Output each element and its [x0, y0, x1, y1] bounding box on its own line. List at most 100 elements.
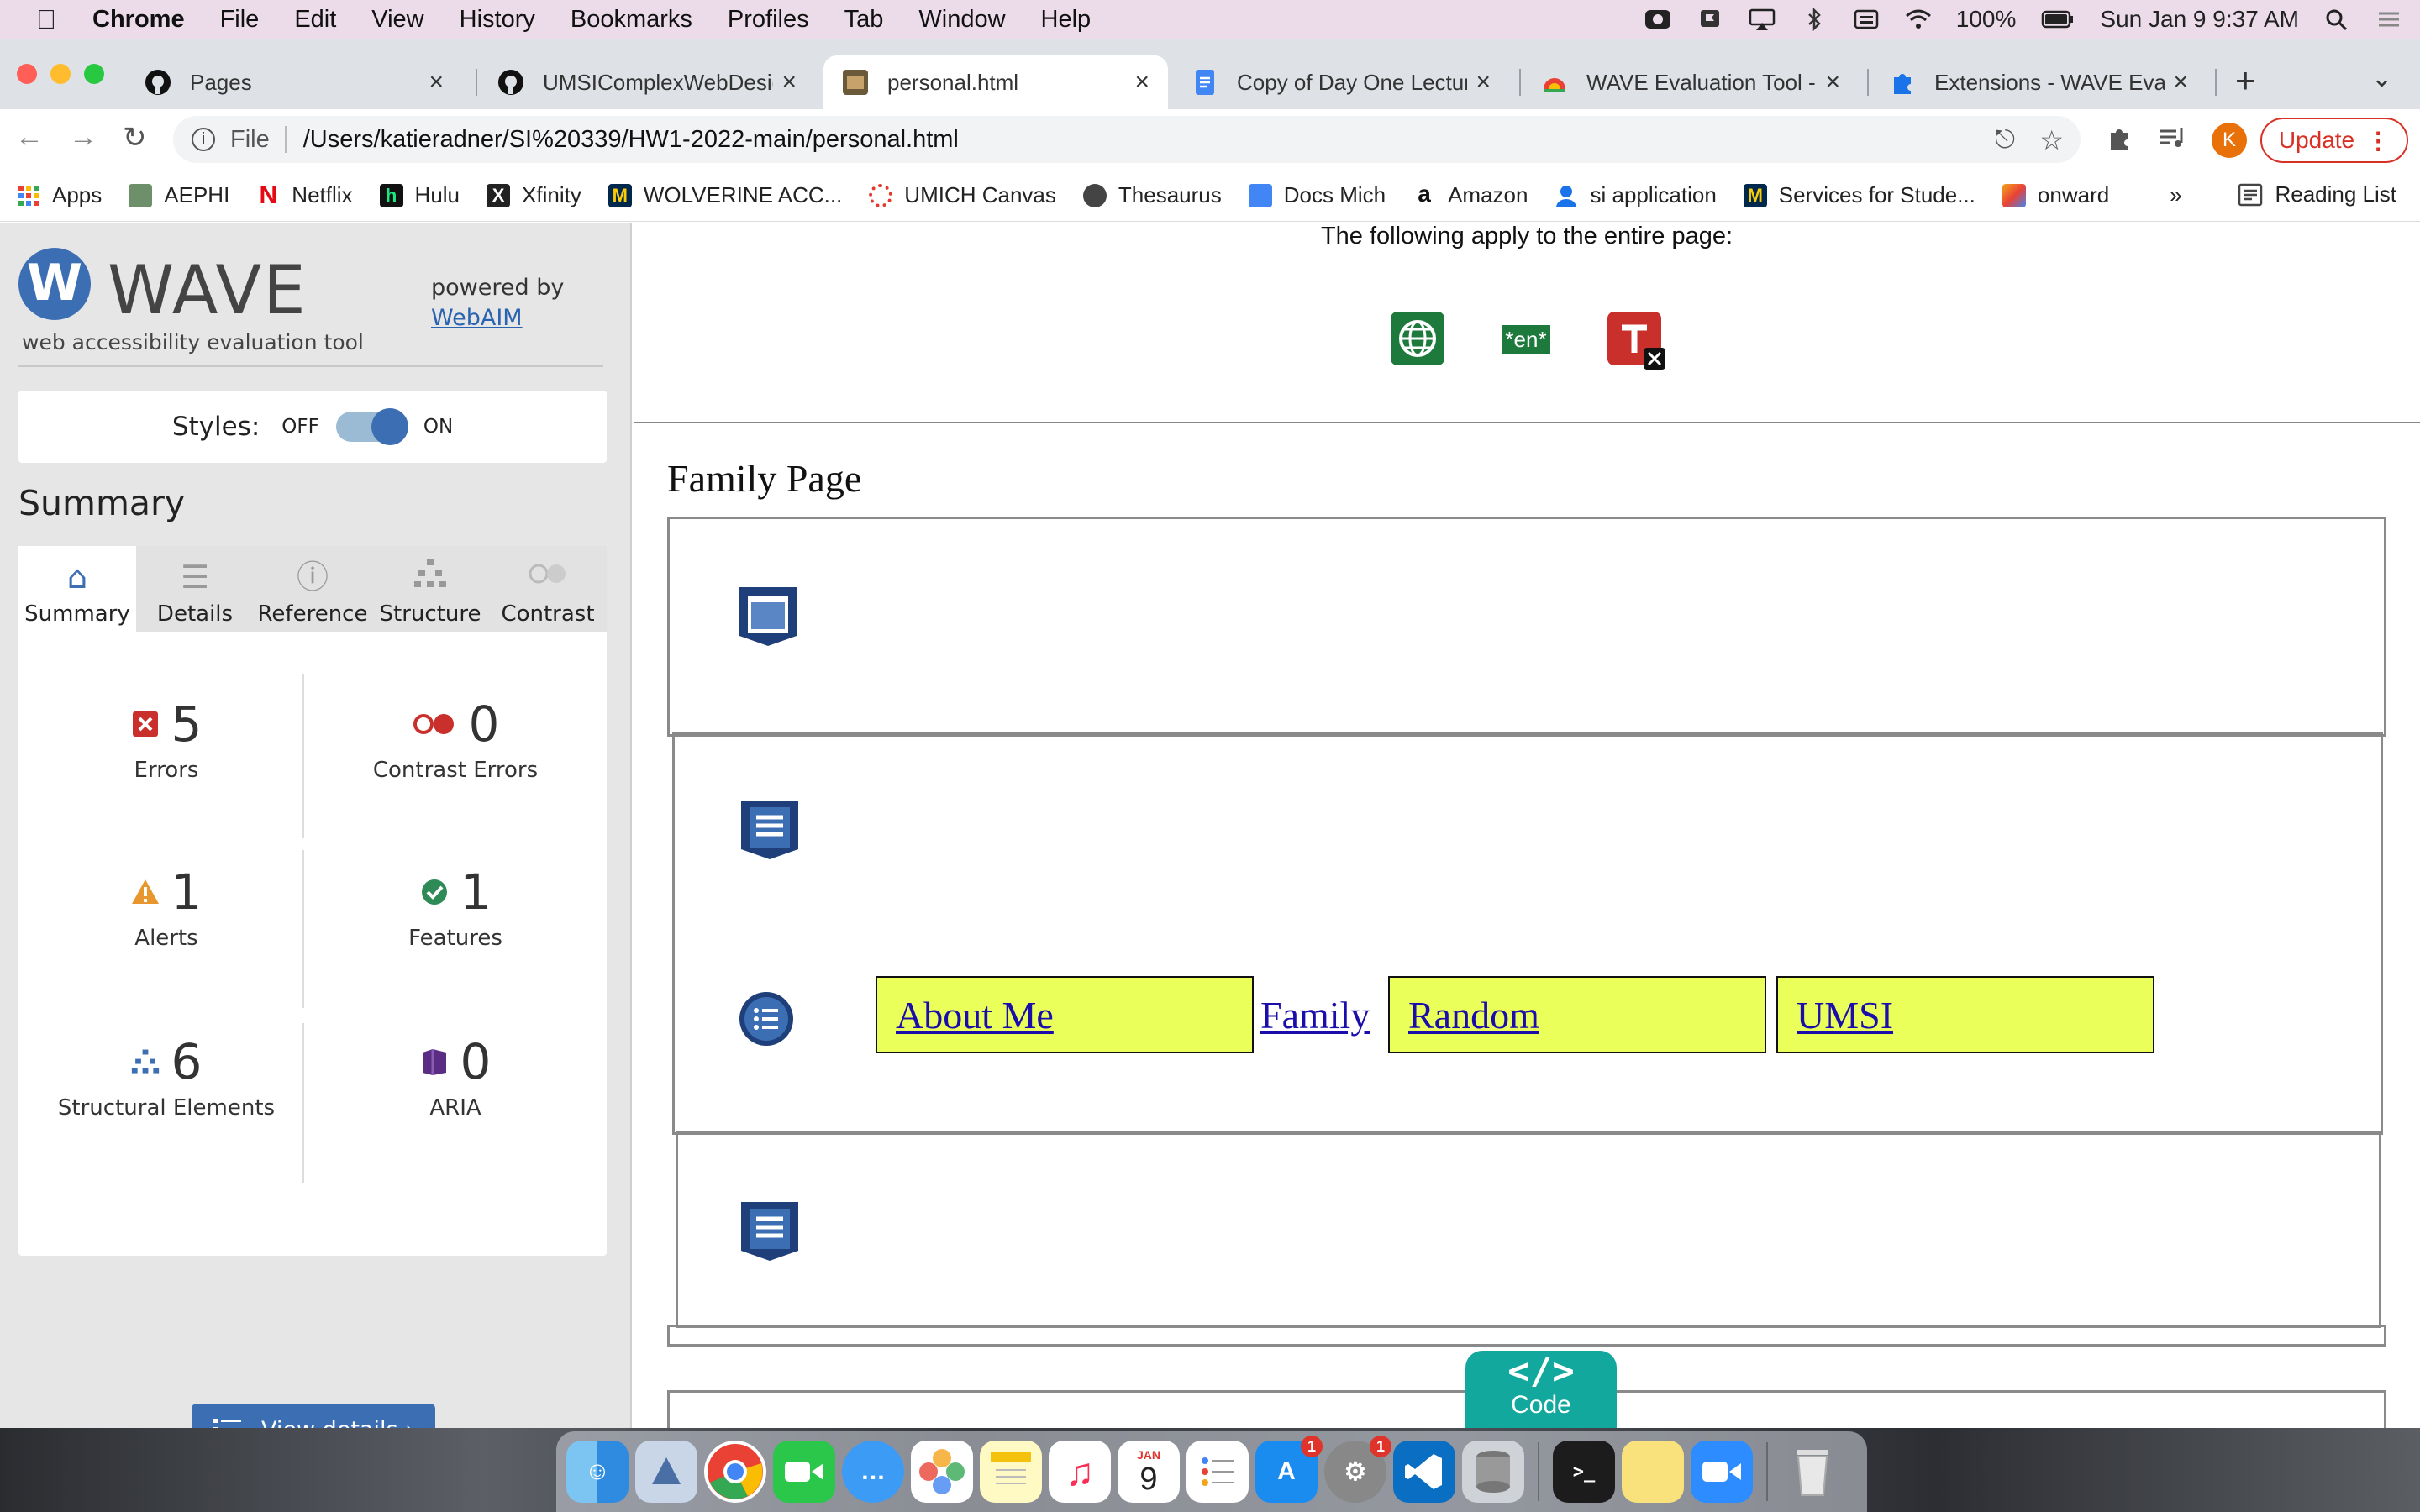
menu-bookmarks[interactable]: Bookmarks — [571, 6, 692, 34]
bookmark-wolverine-access[interactable]: M WOLVERINE ACC... — [608, 182, 842, 208]
menu-view[interactable]: View — [371, 6, 424, 34]
bookmark-netflix[interactable]: N Netflix — [256, 182, 353, 208]
close-tab-icon[interactable]: × — [1825, 68, 1840, 97]
wifi-icon[interactable] — [1904, 8, 1933, 31]
bookmarks-overflow-button[interactable]: » — [2170, 182, 2181, 208]
maximize-window-button[interactable] — [84, 64, 104, 84]
bookmark-umich-canvas[interactable]: UMICH Canvas — [869, 182, 1056, 208]
tab-reference[interactable]: ⓘ Reference — [254, 546, 371, 632]
zoom-icon[interactable] — [1691, 1441, 1753, 1503]
url-text[interactable]: /Users/katieradner/SI%20339/HW1-2022-mai… — [303, 126, 959, 154]
styles-toggle[interactable] — [335, 408, 408, 445]
terminal-icon[interactable]: >_ — [1553, 1441, 1615, 1503]
nav-region-icon[interactable] — [738, 797, 802, 867]
address-bar[interactable]: i File /Users/katieradner/SI%20339/HW1-2… — [173, 116, 2081, 163]
reading-list-button[interactable]: Reading List — [2238, 181, 2396, 207]
music-icon[interactable]: ♫ — [1049, 1441, 1111, 1503]
menu-history[interactable]: History — [460, 6, 535, 34]
bookmark-si-application[interactable]: si application — [1555, 182, 1717, 208]
tab-contrast[interactable]: Contrast — [489, 546, 607, 632]
bookmark-xfinity[interactable]: X Xfinity — [487, 182, 581, 208]
stat-errors[interactable]: 5 Errors — [32, 696, 301, 783]
menu-file[interactable]: File — [220, 6, 260, 34]
language-globe-icon[interactable] — [1390, 311, 1445, 372]
nav-link-about-me[interactable]: About Me — [876, 976, 1254, 1053]
language-badge[interactable]: *en* — [1502, 325, 1550, 354]
tab-extensions-wave[interactable]: Extensions - WAVE Evalu × — [1870, 55, 2207, 109]
new-tab-button[interactable]: + — [2235, 60, 2256, 101]
bookmark-amazon[interactable]: a Amazon — [1413, 181, 1528, 208]
extensions-puzzle-icon[interactable] — [2106, 124, 2133, 158]
update-button[interactable]: Update ⋮ — [2260, 118, 2408, 163]
media-queue-icon[interactable] — [2158, 124, 2186, 158]
stat-structural-elements[interactable]: 6 Structural Elements — [32, 1033, 301, 1121]
stat-features[interactable]: 1 Features — [321, 864, 590, 951]
calendar-icon[interactable]: JAN 9 — [1118, 1441, 1180, 1503]
database-icon[interactable] — [1462, 1441, 1524, 1503]
bookmark-docs-mich[interactable]: Docs Mich — [1248, 182, 1386, 208]
bookmark-thesaurus[interactable]: Thesaurus — [1082, 182, 1222, 208]
stat-aria[interactable]: 0 ARIA — [321, 1033, 590, 1121]
tab-details[interactable]: ☰ Details — [136, 546, 254, 632]
footer-region-icon[interactable] — [738, 1199, 802, 1268]
tab-wave-evaluation-tool[interactable]: WAVE Evaluation Tool - C × — [1523, 55, 1859, 109]
tab-summary[interactable]: ⌂ Summary — [18, 546, 136, 632]
tab-search-chevron-icon[interactable]: ⌄ — [2371, 64, 2392, 93]
bluetooth-icon[interactable] — [1800, 8, 1828, 31]
trash-icon[interactable] — [1781, 1441, 1844, 1503]
stickies-icon[interactable] — [1622, 1441, 1684, 1503]
text-error-icon[interactable] — [1607, 311, 1665, 375]
nav-link-random[interactable]: Random — [1388, 976, 1766, 1053]
vscode-icon[interactable] — [1393, 1441, 1455, 1503]
menu-profiles[interactable]: Profiles — [728, 6, 809, 34]
bookmark-aephi[interactable]: AEPHI — [129, 182, 229, 208]
control-center-icon[interactable] — [2375, 8, 2403, 31]
battery-icon[interactable] — [2039, 8, 2076, 31]
close-tab-icon[interactable]: × — [429, 68, 444, 97]
nav-link-umsi[interactable]: UMSI — [1776, 976, 2154, 1053]
share-icon[interactable]: ⎋ — [1995, 126, 2015, 155]
menu-edit[interactable]: Edit — [294, 6, 336, 34]
webaim-link[interactable]: WebAIM — [431, 305, 523, 331]
menu-tab[interactable]: Tab — [844, 6, 884, 34]
tab-pages[interactable]: Pages × — [126, 55, 462, 109]
finder-icon[interactable]: ☺ — [566, 1441, 629, 1503]
close-tab-icon[interactable]: × — [781, 68, 797, 97]
close-window-button[interactable] — [17, 64, 37, 84]
bookmark-services-for-students[interactable]: M Services for Stude... — [1743, 182, 1975, 208]
app-store-icon[interactable]: A1 — [1255, 1436, 1323, 1503]
spotlight-search-icon[interactable] — [2323, 8, 2351, 31]
header-region-icon[interactable] — [736, 584, 800, 654]
menu-app-name[interactable]: Chrome — [92, 6, 185, 34]
bookmark-onward[interactable]: onward — [2002, 182, 2109, 208]
view-code-button[interactable]: </> Code — [1465, 1351, 1617, 1428]
close-tab-icon[interactable]: × — [1476, 68, 1491, 97]
screen-record-icon[interactable] — [1644, 8, 1672, 31]
menu-clock[interactable]: Sun Jan 9 9:37 AM — [2100, 6, 2299, 33]
preview-icon[interactable] — [635, 1441, 697, 1503]
back-arrow-icon[interactable]: ← — [15, 121, 44, 154]
bookmark-apps[interactable]: Apps — [17, 182, 102, 208]
messages-icon[interactable]: … — [842, 1441, 904, 1503]
bookmark-hulu[interactable]: h Hulu — [379, 182, 460, 208]
tab-copy-of-day-one-lecture[interactable]: Copy of Day One Lecture × — [1173, 55, 1509, 109]
menu-help[interactable]: Help — [1041, 6, 1092, 34]
photos-icon[interactable] — [911, 1441, 973, 1503]
unordered-list-icon[interactable] — [738, 990, 795, 1053]
tab-structure[interactable]: Structure — [371, 546, 489, 632]
bookmark-star-icon[interactable]: ☆ — [2039, 124, 2064, 156]
menu-window[interactable]: Window — [918, 6, 1005, 34]
profile-avatar[interactable]: K — [2212, 123, 2247, 158]
reminders-icon[interactable] — [1186, 1441, 1249, 1503]
close-tab-icon[interactable]: × — [2173, 68, 2188, 97]
chrome-icon[interactable] — [704, 1441, 766, 1503]
system-preferences-icon[interactable]: ⚙ 1 — [1324, 1436, 1392, 1503]
reload-icon[interactable]: ↻ — [123, 121, 147, 155]
minimize-window-button[interactable] — [50, 64, 71, 84]
facetime-icon[interactable] — [773, 1441, 835, 1503]
tab-umsicomplexwebdesign[interactable]: UMSIComplexWebDesign × — [479, 55, 815, 109]
nav-link-family[interactable]: Family — [1257, 976, 1370, 1053]
stat-contrast-errors[interactable]: 0 Contrast Errors — [321, 696, 590, 783]
forward-arrow-icon[interactable]: → — [69, 121, 97, 154]
close-tab-icon[interactable]: × — [1134, 68, 1150, 97]
